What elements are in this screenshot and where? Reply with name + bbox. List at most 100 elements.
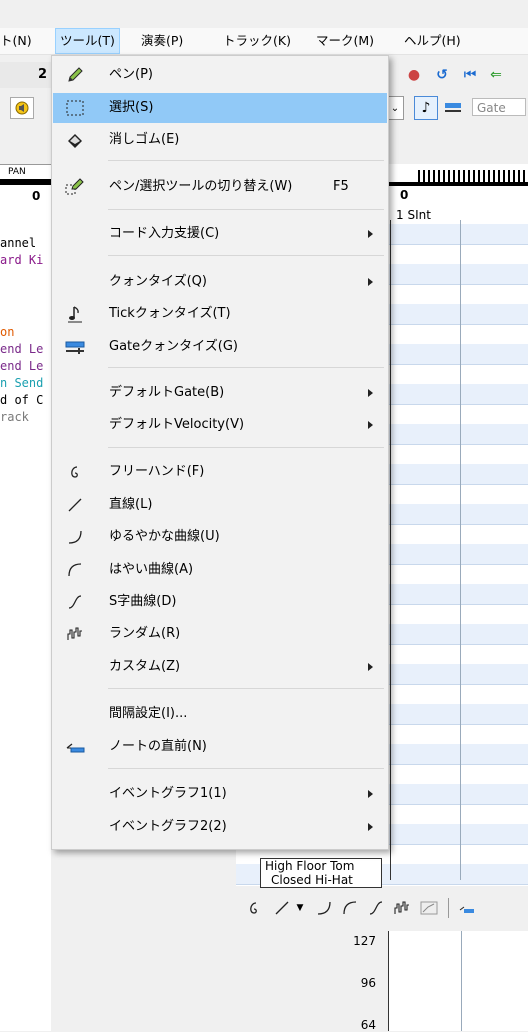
submenu-arrow-icon [368, 790, 373, 798]
tools-menu: ペン(P) 選択(S) 消しゴム(E) ペン/選択ツールの切り替え(W) F5 … [51, 55, 389, 850]
random-icon [65, 624, 85, 644]
menu-item-eraser[interactable]: 消しゴム(E) [53, 125, 387, 155]
menu-separator [108, 160, 384, 161]
pencil-icon [65, 65, 85, 85]
drum-label-list: High Floor Tom Closed Hi-Hat [260, 858, 382, 888]
submenu-arrow-icon [368, 230, 373, 238]
keyboard-strip [418, 170, 528, 182]
grid-header: 1 SInt [396, 208, 431, 222]
menu-play[interactable]: 演奏(P) [137, 28, 187, 54]
menu-item-pen[interactable]: ペン(P) [53, 60, 387, 90]
menu-item-before-note[interactable]: ノートの直前(N) [53, 732, 387, 762]
menu-item-tick-quantize[interactable]: Tickクォンタイズ(T) [53, 299, 387, 329]
header-value: 0 [400, 188, 409, 202]
menu-item-event-graph-1[interactable]: イベントグラフ1(1) [53, 779, 387, 809]
menu-item-custom[interactable]: カスタム(Z) [53, 652, 387, 682]
submenu-arrow-icon [368, 278, 373, 286]
menu-item-default-gate[interactable]: デフォルトGate(B) [53, 378, 387, 408]
menu-item-fast-curve[interactable]: はやい曲線(A) [53, 555, 387, 585]
tool-toolbar: ⌄ ♪ Gate [380, 94, 528, 120]
before-note-icon [65, 737, 85, 757]
gate-field[interactable]: Gate [472, 98, 526, 116]
select-rect-icon [65, 98, 85, 118]
freehand-icon [65, 462, 85, 482]
pan-control[interactable]: PAN 0 [0, 164, 51, 205]
graph-grid-line [461, 931, 462, 1031]
measure-value: 2 [37, 67, 47, 82]
custom-graph-icon[interactable] [418, 898, 440, 918]
rewind-icon[interactable]: ⏮ [460, 65, 480, 85]
grid-beat-line [460, 220, 461, 880]
menu-item-line[interactable]: 直線(L) [53, 490, 387, 520]
submenu-arrow-icon [368, 663, 373, 671]
chevron-down-icon[interactable]: ▼ [294, 898, 306, 918]
pan-bar [0, 179, 51, 185]
menu-item-gentle-curve[interactable]: ゆるやかな曲線(U) [53, 522, 387, 552]
curve-toolbar: ▼ [236, 890, 528, 926]
line-icon[interactable] [272, 898, 292, 918]
menu-item-s-curve[interactable]: S字曲線(D) [53, 587, 387, 617]
menu-mark[interactable]: マーク(M) [312, 28, 378, 54]
menu-track[interactable]: トラック(K) [219, 28, 295, 54]
drum-label: High Floor Tom [265, 859, 355, 873]
menu-item-freehand[interactable]: フリーハンド(F) [53, 457, 387, 487]
menu-separator [108, 688, 384, 689]
velocity-graph[interactable]: 127 96 64 [236, 928, 528, 1032]
gentle-curve-icon [65, 527, 85, 547]
menu-item-pen-select-toggle[interactable]: ペン/選択ツールの切り替え(W) F5 [53, 172, 387, 202]
pan-label: PAN [8, 167, 26, 177]
menu-item-quantize[interactable]: クォンタイズ(Q) [53, 267, 387, 297]
speaker-icon [15, 101, 29, 115]
tick-quantize-icon [65, 304, 85, 324]
gate-quantize-icon [65, 337, 85, 357]
gentle-curve-icon[interactable] [314, 898, 334, 918]
menu-item-gate-quantize[interactable]: Gateクォンタイズ(G) [53, 332, 387, 362]
drum-label: Closed Hi-Hat [271, 873, 353, 887]
graph-tick-label: 96 [360, 976, 376, 990]
fast-curve-icon[interactable] [340, 898, 360, 918]
s-curve-icon[interactable] [366, 898, 386, 918]
random-icon[interactable] [392, 898, 412, 918]
menu-separator [108, 447, 384, 448]
freehand-icon[interactable] [244, 898, 264, 918]
pen-select-toggle-icon [65, 177, 85, 197]
menu-item-chord-input[interactable]: コード入力支援(C) [53, 219, 387, 249]
menu-item-default-velocity[interactable]: デフォルトVelocity(V) [53, 410, 387, 440]
menu-tools[interactable]: ツール(T) [55, 28, 120, 54]
submenu-arrow-icon [368, 823, 373, 831]
menu-item-select[interactable]: 選択(S) [53, 93, 387, 123]
top-right-toolbar: ● ↺ ⏮ ⇐ [380, 62, 528, 88]
eraser-icon [65, 130, 85, 150]
graph-plot-area[interactable] [388, 931, 528, 1031]
menu-separator [108, 768, 384, 769]
header-bar [380, 182, 528, 186]
grid-divider [390, 220, 391, 880]
before-note-icon[interactable] [456, 898, 476, 918]
track-list: annel ard Ki on end Le end Le n Send d o… [0, 205, 51, 1031]
menu-item-event-graph-2[interactable]: イベントグラフ2(2) [53, 812, 387, 842]
gate-icon[interactable] [442, 96, 464, 118]
undo-icon[interactable]: ↺ [432, 65, 452, 85]
menu-separator [108, 367, 384, 368]
s-curve-icon [65, 592, 85, 612]
pan-value: 0 [32, 189, 41, 203]
menu-item-random[interactable]: ランダム(R) [53, 619, 387, 649]
submenu-arrow-icon [368, 389, 373, 397]
line-icon [65, 495, 85, 515]
menu-item-interval-settings[interactable]: 間隔設定(I)... [53, 699, 387, 729]
graph-tick-label: 127 [353, 934, 376, 948]
speaker-button[interactable] [10, 97, 34, 119]
prev-icon[interactable]: ⇐ [486, 65, 506, 85]
menu-edit[interactable]: ト(N) [0, 28, 36, 54]
measure-field[interactable]: 2 [0, 62, 51, 88]
tick-note-icon[interactable]: ♪ [414, 96, 438, 120]
record-icon[interactable]: ● [404, 65, 424, 85]
keyboard-header: 0 [380, 164, 528, 205]
menu-help[interactable]: ヘルプ(H) [400, 28, 465, 54]
menu-separator [108, 209, 384, 210]
menu-bar: ト(N) ツール(T) 演奏(P) トラック(K) マーク(M) ヘルプ(H) [0, 28, 528, 55]
graph-tick-label: 64 [360, 1018, 376, 1032]
fast-curve-icon [65, 560, 85, 580]
menu-separator [108, 255, 384, 256]
toolbar-separator [448, 898, 449, 918]
